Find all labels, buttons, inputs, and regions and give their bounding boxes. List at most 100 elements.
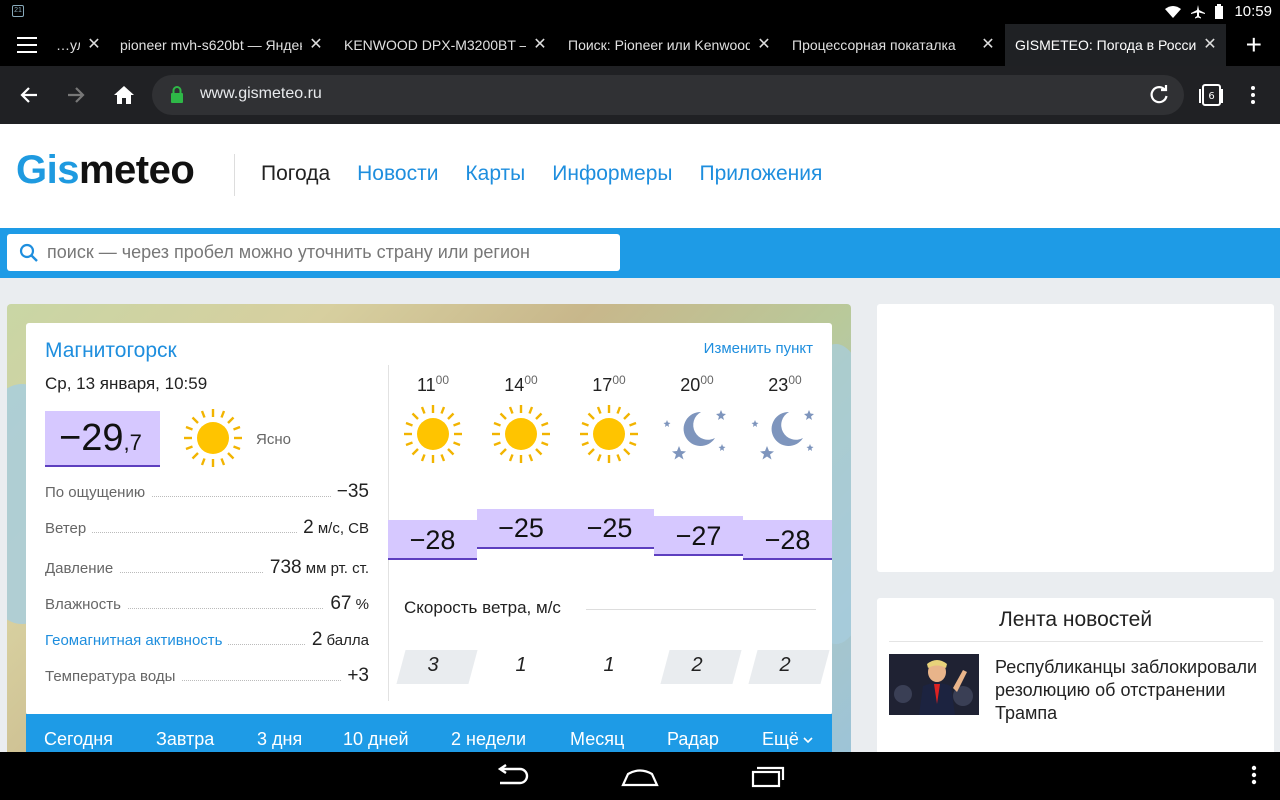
change-location-link[interactable]: Изменить пункт — [704, 340, 813, 357]
tab-1[interactable]: pioneer mvh-s620bt — Яндекс ✕ — [110, 24, 332, 66]
minute-value: 00 — [788, 373, 802, 387]
minute-value: 00 — [435, 373, 450, 387]
close-icon[interactable]: ✕ — [86, 24, 102, 66]
param-value: 738 — [269, 557, 302, 578]
hour-value: 14 — [504, 375, 525, 395]
forward-button[interactable] — [61, 80, 91, 110]
tab-title: pioneer mvh-s620bt — Яндекс — [120, 37, 302, 53]
browser-toolbar: www.gismeteo.ru 6 — [0, 66, 1280, 124]
home-button[interactable] — [109, 80, 139, 110]
tab-title: KENWOOD DPX-M3200BT — — [344, 37, 526, 53]
period-more[interactable]: Ещё — [762, 729, 814, 750]
close-icon[interactable]: ✕ — [980, 24, 996, 66]
battery-icon — [1215, 4, 1223, 19]
address-bar[interactable]: www.gismeteo.ru — [152, 75, 1184, 115]
close-icon[interactable]: ✕ — [756, 24, 772, 66]
tab-5-active[interactable]: GISMETEO: Погода в России ✕ — [1005, 24, 1226, 66]
period-2-weeks[interactable]: 2 недели — [451, 729, 526, 750]
tab-title: Процессорная покаталка — [792, 37, 956, 53]
url-text: www.gismeteo.ru — [200, 85, 322, 102]
new-tab-button[interactable]: + — [1246, 28, 1262, 62]
airplane-icon — [1191, 5, 1205, 19]
hourly-temp: −25 — [477, 509, 565, 549]
period-3-days[interactable]: 3 дня — [257, 729, 302, 750]
hour-value: 11 — [416, 375, 436, 395]
param-feels-like: По ощущению −35 — [45, 481, 369, 503]
param-pressure: Давление 738 мм рт. ст. — [45, 557, 369, 579]
temp-fraction: ,7 — [123, 430, 142, 455]
minute-value: 00 — [612, 373, 626, 387]
tab-3[interactable]: Поиск: Pioneer или Kenwood ✕ — [558, 24, 780, 66]
period-radar[interactable]: Радар — [667, 729, 719, 750]
forward-arrow-icon — [68, 87, 85, 103]
tab-count: 6 — [1208, 91, 1214, 102]
clock: 10:59 — [1234, 3, 1272, 20]
param-water-temp: Температура воды +3 — [45, 665, 369, 687]
home-nav-icon[interactable] — [620, 764, 660, 788]
back-button[interactable] — [14, 80, 44, 110]
more-vert-icon[interactable] — [1251, 764, 1257, 786]
reload-icon[interactable] — [1148, 84, 1170, 106]
minute-value: 00 — [524, 373, 538, 387]
tab-title: …ули — [56, 37, 80, 53]
tab-2[interactable]: KENWOOD DPX-M3200BT — ✕ — [334, 24, 556, 66]
param-value: 2 — [311, 629, 323, 650]
param-wind: Ветер 2 м/с, СВ — [45, 517, 369, 539]
sun-icon — [580, 405, 638, 463]
param-value: −35 — [336, 481, 369, 502]
hour-value: 20 — [680, 375, 701, 395]
back-nav-icon[interactable] — [494, 764, 530, 788]
param-value: +3 — [347, 665, 369, 686]
wind-divider — [586, 609, 816, 610]
system-icons — [1164, 4, 1224, 20]
tab-title: GISMETEO: Погода в России — [1015, 37, 1196, 53]
back-arrow-icon — [20, 87, 37, 103]
hourly-wind: 1 — [603, 654, 615, 676]
close-icon[interactable]: ✕ — [1202, 24, 1218, 66]
sun-icon — [184, 409, 242, 467]
temp-main: −29 — [59, 417, 124, 459]
hourly-temp: −28 — [743, 520, 832, 560]
city-name[interactable]: Магнитогорск — [45, 339, 177, 363]
recents-nav-icon[interactable] — [750, 764, 786, 788]
param-humidity: Влажность 67 % — [45, 593, 369, 615]
minute-value: 00 — [700, 373, 714, 387]
tab-0[interactable]: …ули ✕ — [46, 24, 110, 66]
moon-stars-icon — [663, 410, 726, 460]
hourly-wind: 2 — [691, 654, 703, 676]
current-date: Ср, 13 января, 10:59 — [45, 374, 208, 393]
hour-label: 2000 — [653, 373, 741, 396]
param-unit: % — [351, 596, 369, 613]
hour-value: 17 — [592, 375, 613, 395]
tab-menu-icon[interactable] — [14, 34, 40, 56]
hour-label: 1400 — [477, 373, 565, 396]
tab-switcher-icon: 6 — [1199, 84, 1223, 106]
period-today[interactable]: Сегодня — [44, 729, 113, 750]
param-label: Температура воды — [45, 668, 182, 685]
param-unit: мм рт. ст. — [301, 560, 369, 577]
close-icon[interactable]: ✕ — [532, 24, 548, 66]
current-temperature: −29,7 — [45, 411, 160, 467]
param-unit: м/с, СВ — [313, 520, 369, 537]
tab-switcher-button[interactable]: 6 — [1196, 80, 1226, 110]
param-unit: балла — [322, 632, 369, 649]
param-geomagnetic[interactable]: Геомагнитная активность 2 балла — [45, 629, 369, 651]
hour-label: 2300 — [741, 373, 829, 396]
period-10-days[interactable]: 10 дней — [343, 729, 409, 750]
param-label-link[interactable]: Геомагнитная активность — [45, 632, 229, 649]
weather-layer: Магнитогорск Изменить пункт Ср, 13 январ… — [0, 124, 1280, 752]
period-tomorrow[interactable]: Завтра — [156, 729, 214, 750]
hourly-wind: 3 — [427, 654, 439, 676]
weather-card: Магнитогорск Изменить пункт Ср, 13 январ… — [26, 323, 832, 715]
android-nav-bar — [0, 752, 1280, 800]
wind-speed-title: Скорость ветра, м/с — [404, 598, 571, 618]
period-month[interactable]: Месяц — [570, 729, 624, 750]
browser-menu-button[interactable] — [1238, 80, 1268, 110]
close-icon[interactable]: ✕ — [308, 24, 324, 66]
tab-4[interactable]: Процессорная покаталка ✕ — [782, 24, 1004, 66]
hourly-wind: 1 — [515, 654, 527, 676]
wifi-icon — [1165, 6, 1181, 18]
screen: 21 10:59 …ули ✕ pioneer mvh-s620bt — Янд… — [0, 0, 1280, 800]
app-notification-icon: 21 — [12, 5, 24, 17]
param-label: По ощущению — [45, 484, 152, 501]
